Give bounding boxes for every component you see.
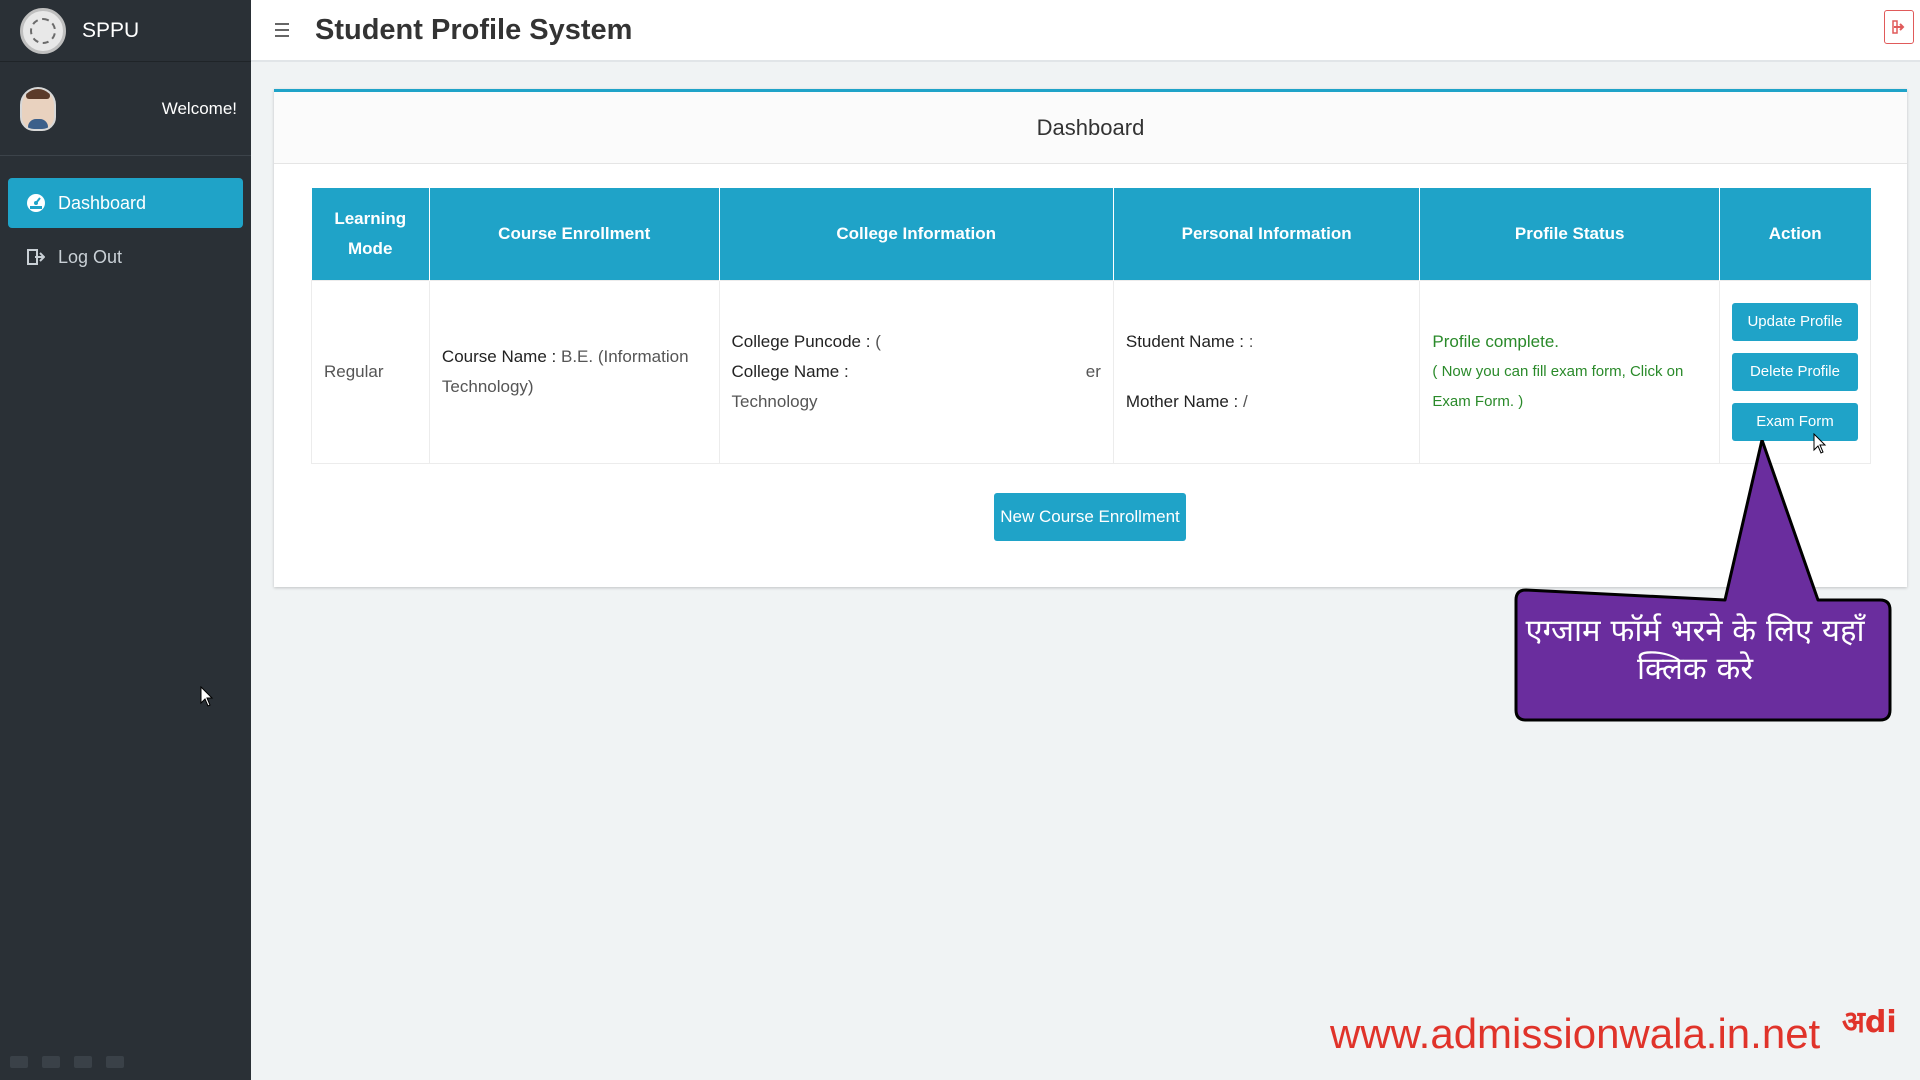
user-panel: Welcome! [0,62,251,156]
update-profile-button[interactable]: Update Profile [1731,302,1858,341]
delete-profile-button[interactable]: Delete Profile [1731,352,1858,391]
status-badge: Profile complete. [1432,331,1560,351]
column-header: Learning Mode [311,188,430,280]
brand-name: SPPU [82,18,140,42]
college-puncode-label: College Puncode : [731,331,871,351]
sidebar-nav: Dashboard Log Out [0,156,251,282]
course-enrollment-cell: Course Name : B.E. (Information Technolo… [428,279,720,464]
sidebar: SPPU Welcome! Dashboard Log Out [0,0,251,1080]
table-header-row: Learning Mode Course Enrollment College … [311,188,1871,280]
action-cell: Update Profile Delete Profile Exam Form [1718,279,1872,464]
mother-name-value: / [1243,391,1248,411]
university-logo [20,7,66,54]
callout-text: एग्जाम फॉर्म भरने के लिए यहाँ क्लिक करे [1525,613,1865,687]
sidebar-item-label: Log Out [58,246,123,267]
table-row: Regular Course Name : B.E. (Information … [311,279,1872,464]
power-icon[interactable] [106,1056,124,1068]
college-info-cell: College Puncode : ( College Name : er Tec… [718,279,1114,464]
college-name-fragment: er [1085,361,1101,381]
sign-out-icon [1892,20,1905,34]
course-name-label: Course Name : [441,346,557,366]
sidebar-footer [10,1056,124,1068]
column-header: Course Enrollment [429,188,720,280]
learning-mode-value: Regular [324,361,384,381]
sidebar-item-dashboard[interactable]: Dashboard [8,178,243,228]
top-header: Student Profile System [251,0,1920,62]
exam-form-button[interactable]: Exam Form [1731,402,1858,441]
student-name-value: : [1248,331,1254,351]
column-header: College Information [719,188,1114,280]
header-logout-button[interactable] [1884,10,1914,44]
watermark-logo-text: अdi [1842,1005,1897,1040]
hamburger-menu-icon[interactable] [275,23,297,37]
edit-icon[interactable] [42,1056,60,1068]
watermark-logo: अdi [1842,1000,1897,1041]
brand[interactable]: SPPU [0,0,251,62]
college-puncode-value: ( [875,331,881,351]
column-header: Profile Status [1419,188,1720,280]
panel-heading: Dashboard [274,92,1907,164]
mother-name-label: Mother Name : [1125,391,1239,411]
profile-status-cell: Profile complete. ( Now you can fill exa… [1419,279,1720,464]
welcome-text: Welcome! [161,98,237,118]
college-name-value: Technology [731,391,818,411]
new-course-enrollment-button[interactable]: New Course Enrollment [994,493,1186,541]
sidebar-item-logout[interactable]: Log Out [8,232,243,282]
column-header: Personal Information [1113,188,1421,280]
dashboard-icon [26,193,46,213]
column-header: Action [1719,188,1871,280]
student-name-label: Student Name : [1125,331,1244,351]
college-name-label: College Name : [731,361,849,381]
profile-table: Learning Mode Course Enrollment College … [311,188,1872,464]
avatar [20,86,56,131]
watermark-url: www.admissionwala.in.net [1330,1010,1821,1057]
settings-icon[interactable] [10,1056,28,1068]
mouse-cursor-icon [200,686,214,707]
learning-mode-cell: Regular [311,279,430,464]
personal-info-cell: Student Name : : Mother Name : / [1112,279,1421,464]
monitor-icon[interactable] [74,1056,92,1068]
sidebar-item-label: Dashboard [58,192,147,213]
logout-icon [26,247,46,267]
status-note: ( Now you can fill exam form, Click on E… [1432,362,1684,410]
page-title: Student Profile System [315,13,633,46]
